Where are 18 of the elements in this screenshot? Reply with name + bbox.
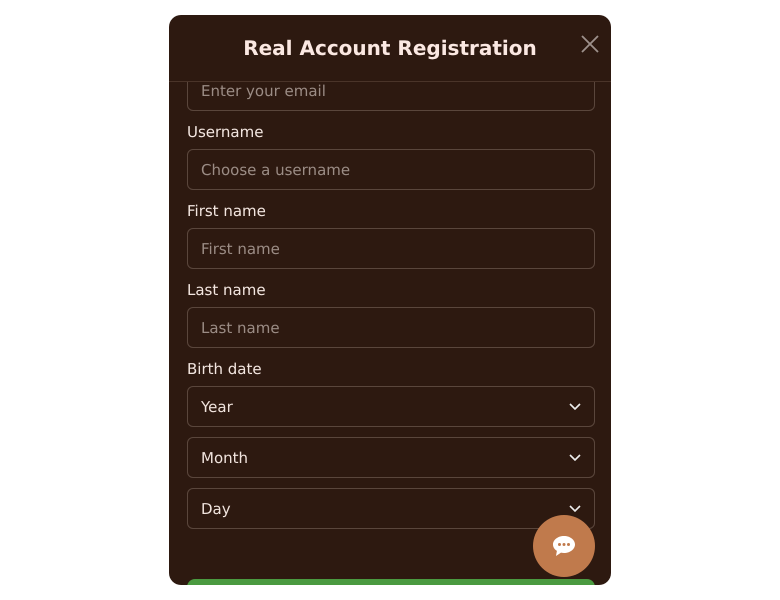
select-field[interactable]: Month (187, 437, 595, 478)
field-label: Birth date (187, 360, 263, 378)
close-button[interactable] (581, 35, 599, 53)
chevron-icon (569, 505, 581, 512)
close-icon (581, 35, 599, 53)
input-field[interactable]: Enter your email (187, 82, 595, 111)
chat-icon (552, 535, 576, 557)
field-label: Last name (187, 281, 267, 299)
chevron-icon (569, 403, 581, 410)
field-label: Username (187, 123, 264, 141)
select-field[interactable]: Year (187, 386, 595, 427)
chevron-icon (569, 454, 581, 461)
field-label: First name (187, 202, 267, 220)
input-field[interactable]: Choose a username (187, 149, 595, 190)
input-field[interactable]: First name (187, 228, 595, 269)
dialog-title: Real Account Registration (243, 36, 537, 60)
input-field[interactable]: Last name (187, 307, 595, 348)
select-field[interactable]: Day (187, 488, 595, 529)
